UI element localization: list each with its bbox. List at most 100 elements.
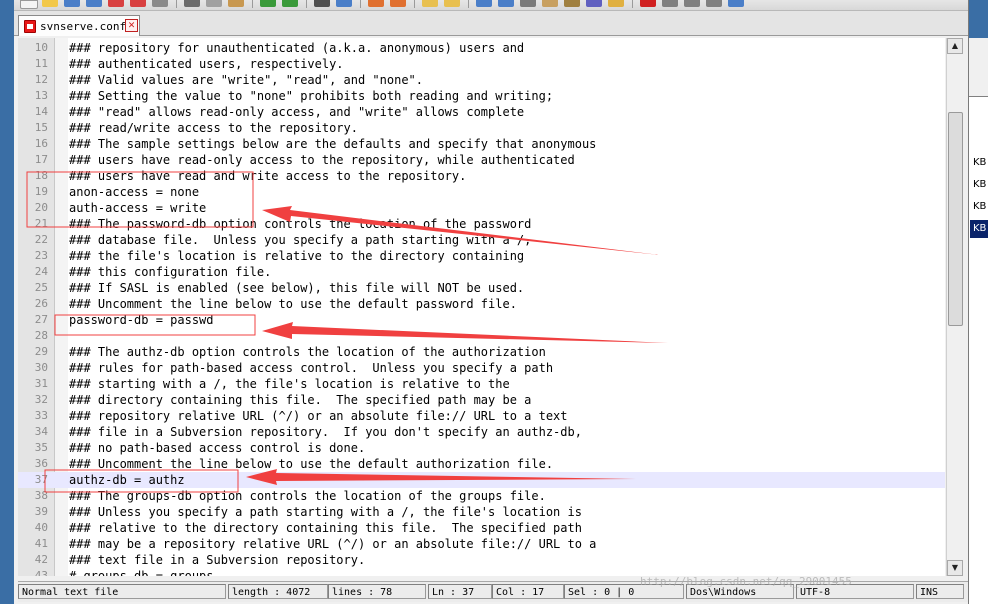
line-text: ### directory containing this file. The … [69,393,532,407]
status-file-type: Normal text file [18,584,226,599]
code-line[interactable]: 40 ### relative to the directory containi… [18,520,945,536]
code-line[interactable]: 20 auth-access = write [18,200,945,216]
line-text: ### authenticated users, respectively. [69,57,344,71]
save-all-icon[interactable] [86,0,102,7]
code-line[interactable]: 23 ### the file's location is relative to… [18,248,945,264]
folder-workspace-icon[interactable] [608,0,624,7]
redo-icon[interactable] [282,0,298,7]
scroll-down-button[interactable]: ▼ [947,560,963,576]
line-text: ### users have read and write access to … [69,169,467,183]
list-item-size[interactable]: KB [973,198,988,216]
list-item-size-selected[interactable]: KB [970,220,988,238]
code-line[interactable]: 28 [18,328,945,344]
code-line[interactable]: 37 authz-db = authz [18,472,945,488]
sync-vertical-icon[interactable] [422,0,438,7]
toolbar-separator [176,0,177,8]
open-file-icon[interactable] [42,0,58,7]
function-list-icon[interactable] [586,0,602,7]
replace-icon[interactable] [336,0,352,7]
code-line[interactable]: 22 ### database file. Unless you specify … [18,232,945,248]
code-line[interactable]: 34 ### file in a Subversion repository. I… [18,424,945,440]
copy-icon[interactable] [206,0,222,7]
paste-icon[interactable] [228,0,244,7]
line-number: 13 [34,89,48,102]
toolbar-separator [468,0,469,8]
doc-map-icon[interactable] [564,0,580,7]
code-line[interactable]: 33 ### repository relative URL (^/) or an… [18,408,945,424]
tab-bar: svnserve.conf ✕ [14,11,968,36]
code-line[interactable]: 39 ### Unless you specify a path starting… [18,504,945,520]
undo-icon[interactable] [260,0,276,7]
run-macro-multiple-icon[interactable] [706,0,722,7]
code-line[interactable]: 32 ### directory containing this file. Th… [18,392,945,408]
zoom-out-icon[interactable] [390,0,406,7]
code-line[interactable]: 24 ### this configuration file. [18,264,945,280]
code-line[interactable]: 11 ### authenticated users, respectively. [18,56,945,72]
code-line[interactable]: 41 ### may be a repository relative URL (… [18,536,945,552]
code-line[interactable]: 10 ### repository for unauthenticated (a.… [18,40,945,56]
code-line[interactable]: 21 ### The password-db option controls th… [18,216,945,232]
code-line[interactable]: 13 ### Setting the value to "none" prohib… [18,88,945,104]
code-line[interactable]: 15 ### read/write access to the repositor… [18,120,945,136]
code-line[interactable]: 19 anon-access = none [18,184,945,200]
line-text: ### relative to the directory containing… [69,521,582,535]
list-item-size[interactable]: KB [973,154,988,172]
cut-icon[interactable] [184,0,200,7]
line-text: ### "read" allows read-only access, and … [69,105,525,119]
code-line[interactable]: 25 ### If SASL is enabled (see below), th… [18,280,945,296]
status-col: Col : 17 [492,584,564,599]
line-text: authz-db = authz [69,473,185,487]
indent-guide-icon[interactable] [520,0,536,7]
line-number: 22 [34,233,48,246]
code-editor[interactable]: 10 ### repository for unauthenticated (a.… [18,38,945,576]
line-text: ### Valid values are "write", "read", an… [69,73,424,87]
close-file-icon[interactable] [108,0,124,7]
scroll-up-button[interactable]: ▲ [947,38,963,54]
stop-macro-icon[interactable] [662,0,678,7]
code-line[interactable]: 30 ### rules for path-based access contro… [18,360,945,376]
udl-icon[interactable] [542,0,558,7]
line-number: 28 [34,329,48,342]
vertical-scrollbar[interactable]: ▲ ▼ [946,38,963,576]
line-number: 41 [34,537,48,550]
line-text: ### the file's location is relative to t… [69,249,525,263]
scroll-thumb[interactable] [948,112,963,326]
code-line[interactable]: 17 ### users have read-only access to the… [18,152,945,168]
code-line[interactable]: 36 ### Uncomment the line below to use th… [18,456,945,472]
code-line[interactable]: 31 ### starting with a /, the file's loca… [18,376,945,392]
line-text: ### starting with a /, the file's locati… [69,377,510,391]
code-line[interactable]: 12 ### Valid values are "write", "read", … [18,72,945,88]
line-text: ### The authz-db option controls the loc… [69,345,546,359]
code-line[interactable]: 18 ### users have read and write access t… [18,168,945,184]
save-icon[interactable] [64,0,80,7]
line-text: ### repository for unauthenticated (a.k.… [69,41,525,55]
word-wrap-icon[interactable] [476,0,492,7]
code-line[interactable]: 27 password-db = passwd [18,312,945,328]
print-icon[interactable] [152,0,168,7]
zoom-in-icon[interactable] [368,0,384,7]
line-number: 15 [34,121,48,134]
tab-svnserve-conf[interactable]: svnserve.conf ✕ [18,15,140,36]
line-number: 34 [34,425,48,438]
show-all-chars-icon[interactable] [498,0,514,7]
code-line[interactable]: 16 ### The sample settings below are the … [18,136,945,152]
new-file-icon[interactable] [20,0,38,9]
close-all-icon[interactable] [130,0,146,7]
code-line[interactable]: 38 ### The groups-db option controls the … [18,488,945,504]
close-icon[interactable]: ✕ [125,19,138,32]
file-modified-icon [24,20,36,33]
list-item-size[interactable]: KB [973,176,988,194]
status-insert-mode[interactable]: INS [916,584,964,599]
line-number: 19 [34,185,48,198]
save-macro-icon[interactable] [728,0,744,7]
background-window-panel: KB KB KB KB [968,0,988,604]
play-macro-icon[interactable] [684,0,700,7]
record-macro-icon[interactable] [640,0,656,7]
sync-horizontal-icon[interactable] [444,0,460,7]
find-icon[interactable] [314,0,330,7]
code-line[interactable]: 14 ### "read" allows read-only access, an… [18,104,945,120]
code-line[interactable]: 26 ### Uncomment the line below to use th… [18,296,945,312]
code-line[interactable]: 35 ### no path-based access control is do… [18,440,945,456]
code-line[interactable]: 42 ### text file in a Subversion reposito… [18,552,945,568]
code-line[interactable]: 29 ### The authz-db option controls the l… [18,344,945,360]
